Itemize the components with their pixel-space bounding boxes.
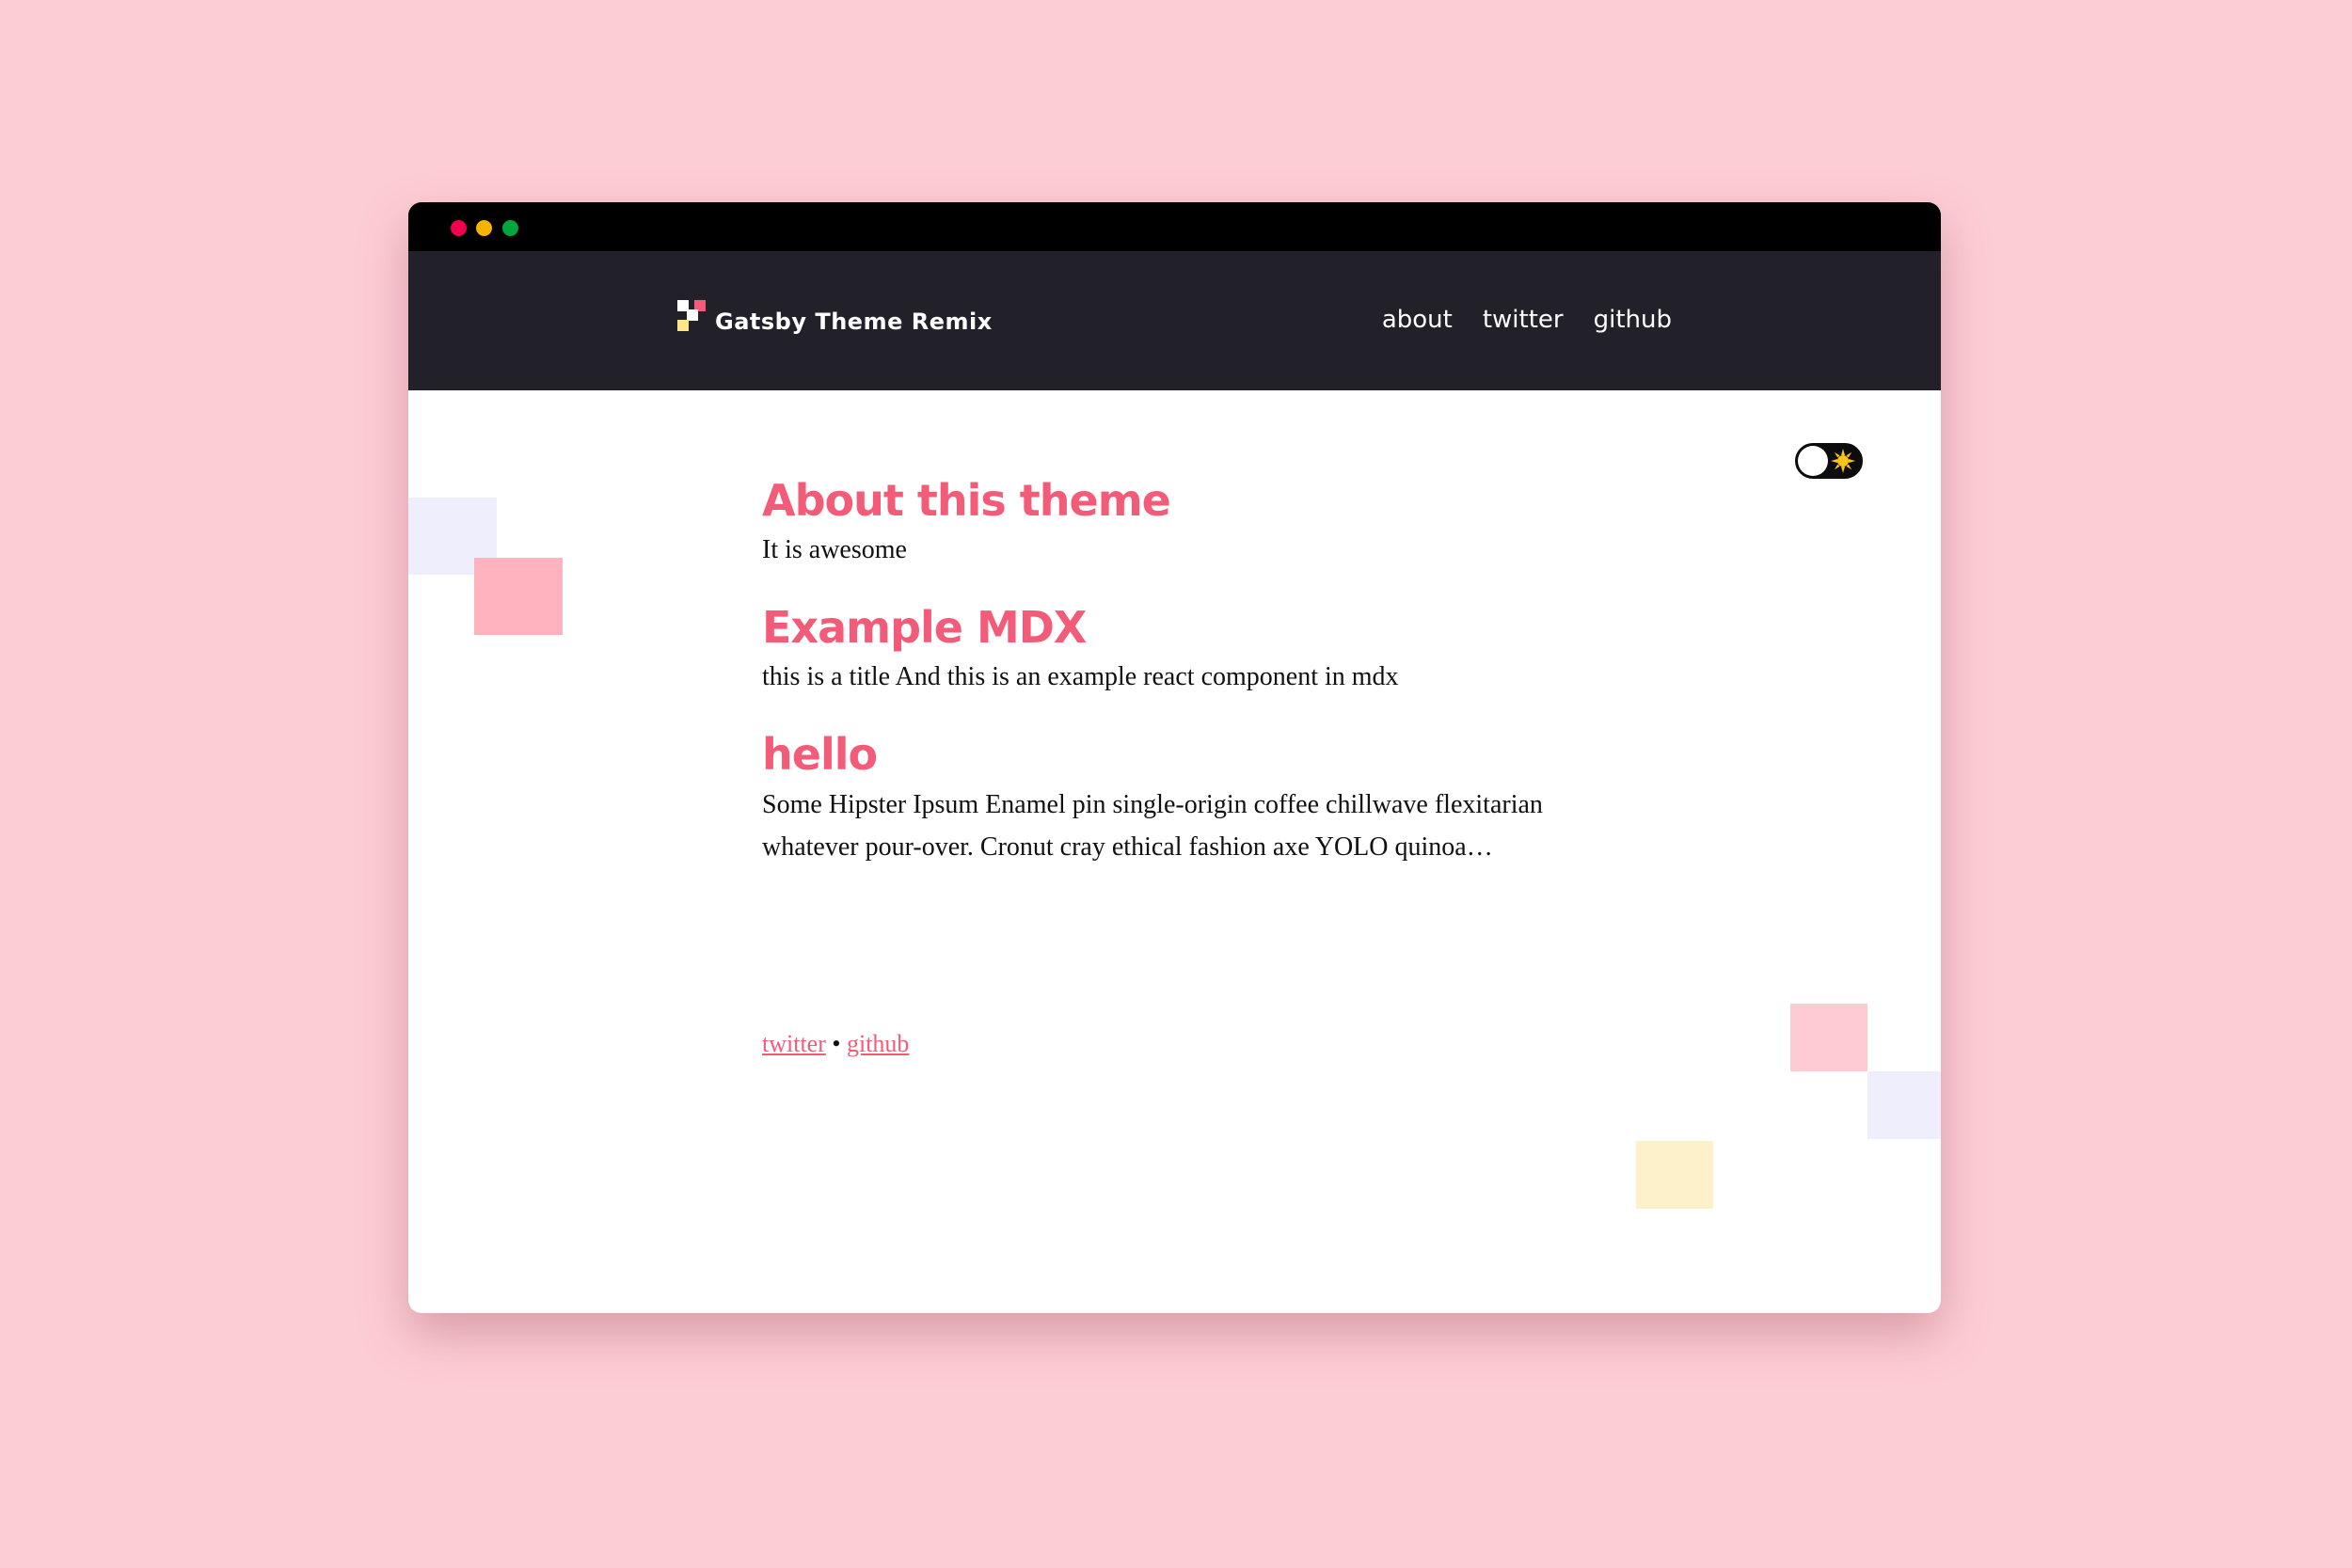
- decorative-square: [474, 558, 563, 635]
- post-item: Example MDX this is a title And this is …: [762, 602, 1609, 698]
- post-title-link[interactable]: hello: [762, 729, 1609, 781]
- post-excerpt: Some Hipster Ipsum Enamel pin single-ori…: [762, 789, 1543, 862]
- maximize-window-dot[interactable]: [502, 220, 518, 236]
- footer-link-github[interactable]: github: [847, 1030, 909, 1057]
- post-item: hello Some Hipster Ipsum Enamel pin sing…: [762, 729, 1609, 867]
- post-list: About this theme It is awesome Example M…: [762, 475, 1609, 868]
- post-excerpt: It is awesome: [762, 535, 907, 565]
- pixel-logo-icon: [677, 300, 713, 336]
- footer-separator: •: [832, 1030, 841, 1057]
- sun-icon: [1831, 449, 1855, 473]
- post-title-link[interactable]: About this theme: [762, 475, 1609, 527]
- post-excerpt: this is a title And this is an example r…: [762, 662, 1399, 692]
- main-nav: about twitter github: [1382, 306, 1672, 334]
- decorative-square: [1867, 1071, 1941, 1139]
- site-logo-link[interactable]: Gatsby Theme Remix: [677, 300, 993, 336]
- site-title: Gatsby Theme Remix: [715, 309, 993, 335]
- toggle-knob: [1798, 446, 1828, 476]
- post-item: About this theme It is awesome: [762, 475, 1609, 571]
- theme-toggle[interactable]: [1795, 443, 1863, 479]
- site-header: Gatsby Theme Remix about twitter github: [408, 251, 1941, 390]
- decorative-square: [1790, 1004, 1867, 1071]
- footer-link-twitter[interactable]: twitter: [762, 1030, 826, 1057]
- site-footer: twitter • github: [762, 1030, 909, 1058]
- post-title-link[interactable]: Example MDX: [762, 602, 1609, 654]
- window-titlebar: [408, 202, 1941, 251]
- minimize-window-dot[interactable]: [476, 220, 492, 236]
- decorative-square: [1636, 1141, 1713, 1209]
- browser-window: Gatsby Theme Remix about twitter github: [408, 202, 1941, 1313]
- nav-link-github[interactable]: github: [1594, 306, 1672, 334]
- nav-link-about[interactable]: about: [1382, 306, 1453, 334]
- nav-link-twitter[interactable]: twitter: [1483, 306, 1564, 334]
- close-window-dot[interactable]: [451, 220, 467, 236]
